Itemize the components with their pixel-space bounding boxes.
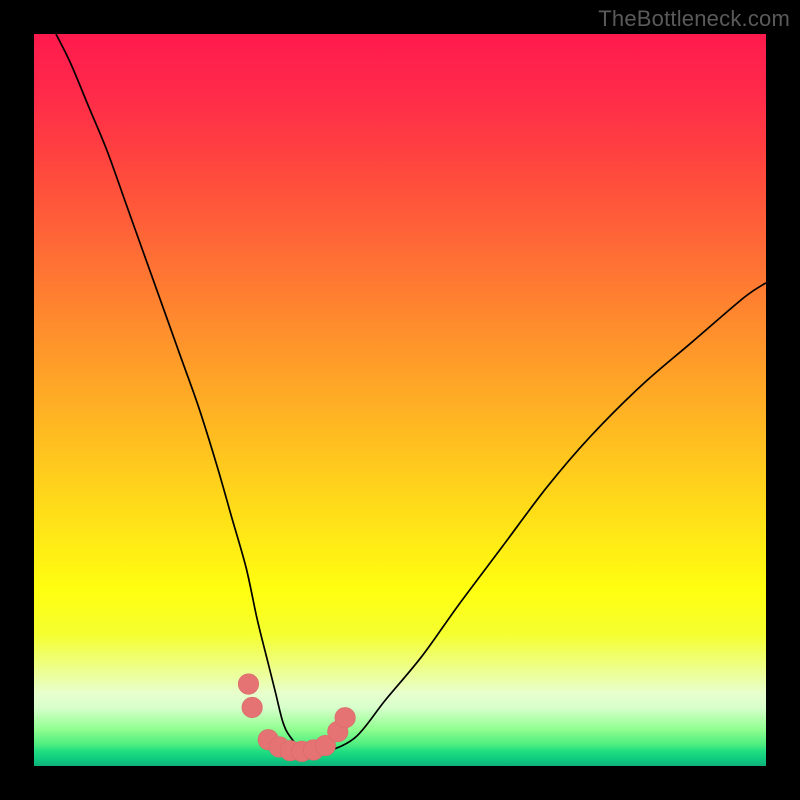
marker-point <box>242 697 263 718</box>
plot-area <box>34 34 766 766</box>
marker-point <box>335 707 356 728</box>
bottleneck-curve <box>56 34 766 753</box>
watermark-label: TheBottleneck.com <box>598 6 790 32</box>
curve-layer <box>34 34 766 766</box>
chart-stage: TheBottleneck.com <box>0 0 800 800</box>
marker-point <box>238 674 258 695</box>
